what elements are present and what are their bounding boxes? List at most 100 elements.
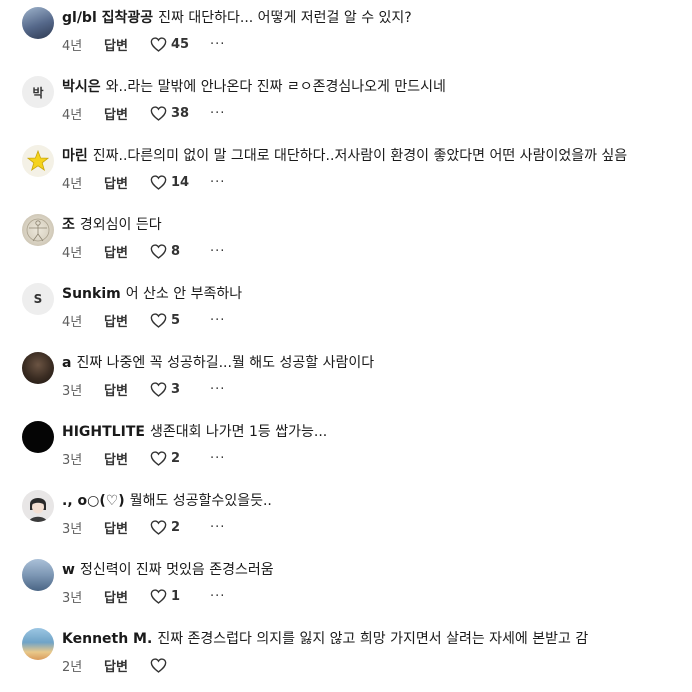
avatar-initial: 박: [32, 85, 44, 100]
avatar[interactable]: 박: [22, 76, 54, 108]
comment-time: 4년: [62, 107, 83, 123]
comment-item: w 정신력이 진짜 멋있음 존경스러움 3년 답변 1 ···: [0, 554, 692, 623]
more-options-button[interactable]: ···: [210, 37, 225, 52]
avatar[interactable]: [22, 7, 54, 39]
comment-item: a 진짜 나중엔 꼭 성공하길...뭘 해도 성공할 사람이다 3년 답변 3 ·…: [0, 347, 692, 416]
reply-button[interactable]: 답변: [104, 311, 150, 330]
comment-item: HIGHTLITE 생존대회 나가면 1등 쌉가능... 3년 답변 2 ···: [0, 416, 692, 485]
star-icon: [26, 149, 50, 171]
more-options-button[interactable]: ···: [210, 175, 225, 190]
avatar[interactable]: [22, 214, 54, 246]
more-options-button[interactable]: ···: [210, 451, 225, 466]
comment-text: 경외심이 든다: [79, 217, 162, 233]
reply-button[interactable]: 답변: [104, 242, 150, 261]
like-count: 8: [171, 243, 181, 259]
comment-time: 2년: [62, 659, 83, 675]
comment-item: Kenneth M. 진짜 존경스럽다 의지를 잃지 않고 희망 가지면서 살려는…: [0, 623, 692, 692]
comment-time: 4년: [62, 314, 83, 330]
comment-author[interactable]: gl/bl 집착광공: [62, 10, 153, 26]
comment-time: 4년: [62, 38, 83, 54]
like-button[interactable]: 2: [150, 520, 210, 535]
figure-drawing-icon: [26, 218, 50, 242]
reply-button[interactable]: 답변: [104, 587, 150, 606]
comment-time: 3년: [62, 590, 83, 606]
reply-button[interactable]: 답변: [104, 35, 150, 54]
heart-icon: [150, 657, 167, 673]
like-button[interactable]: 8: [150, 244, 210, 259]
more-options-button[interactable]: ···: [210, 382, 225, 397]
more-options-button[interactable]: ···: [210, 106, 225, 121]
avatar[interactable]: [22, 145, 54, 177]
like-count: 38: [171, 105, 190, 121]
reply-button[interactable]: 답변: [104, 380, 150, 399]
heart-icon: [150, 450, 167, 466]
comment-text: 진짜 존경스럽다 의지를 잃지 않고 희망 가지면서 살려는 자세에 본받고 감: [157, 631, 589, 647]
comment-meta: 4년 답변 5 ···: [62, 310, 225, 330]
comment-author[interactable]: 마린: [62, 148, 88, 164]
like-count: 14: [171, 174, 190, 190]
comment-item: 마린 진짜..다른의미 없이 말 그대로 대단하다..저사람이 환경이 좋았다면 …: [0, 140, 692, 209]
comment-body: ., o○(♡) 뭘해도 성공할수있을듯..: [62, 491, 692, 511]
heart-icon: [150, 588, 167, 604]
reply-button[interactable]: 답변: [104, 104, 150, 123]
heart-icon: [150, 381, 167, 397]
avatar[interactable]: [22, 421, 54, 453]
like-button[interactable]: [150, 657, 210, 673]
like-button[interactable]: 38: [150, 106, 210, 121]
comment-author[interactable]: Sunkim: [62, 286, 121, 302]
comment-time: 3년: [62, 452, 83, 468]
comment-meta: 4년 답변 14 ···: [62, 172, 225, 192]
comment-text: 진짜..다른의미 없이 말 그대로 대단하다..저사람이 환경이 좋았다면 어떤…: [92, 148, 628, 164]
comment-author[interactable]: 박시은: [62, 79, 101, 95]
reply-button[interactable]: 답변: [104, 656, 150, 675]
avatar[interactable]: [22, 559, 54, 591]
comment-body: a 진짜 나중엔 꼭 성공하길...뭘 해도 성공할 사람이다: [62, 353, 692, 373]
avatar[interactable]: [22, 628, 54, 660]
comment-body: Kenneth M. 진짜 존경스럽다 의지를 잃지 않고 희망 가지면서 살려는…: [62, 629, 692, 649]
like-count: 45: [171, 36, 190, 52]
comment-body: gl/bl 집착광공 진짜 대단하다... 어떻게 저런걸 알 수 있지?: [62, 8, 692, 28]
more-options-button[interactable]: ···: [210, 589, 225, 604]
comment-item: gl/bl 집착광공 진짜 대단하다... 어떻게 저런걸 알 수 있지? 4년 …: [0, 2, 692, 71]
comment-meta: 2년 답변: [62, 655, 210, 675]
avatar[interactable]: S: [22, 283, 54, 315]
comment-meta: 4년 답변 45 ···: [62, 34, 225, 54]
reply-button[interactable]: 답변: [104, 449, 150, 468]
like-button[interactable]: 45: [150, 37, 210, 52]
like-button[interactable]: 2: [150, 451, 210, 466]
more-options-button[interactable]: ···: [210, 520, 225, 535]
comment-item: 박 박시은 와..라는 말밖에 안나온다 진짜 ㄹㅇ존경심나오게 만드시네 4년 …: [0, 71, 692, 140]
comment-text: 진짜 대단하다... 어떻게 저런걸 알 수 있지?: [158, 10, 412, 26]
comment-meta: 3년 답변 3 ···: [62, 379, 225, 399]
reply-button[interactable]: 답변: [104, 518, 150, 537]
heart-icon: [150, 312, 167, 328]
more-options-button[interactable]: ···: [210, 244, 225, 259]
heart-icon: [150, 105, 167, 121]
comment-author[interactable]: 조: [62, 217, 75, 233]
like-count: 1: [171, 588, 181, 604]
comment-time: 4년: [62, 245, 83, 261]
more-options-button[interactable]: ···: [210, 313, 225, 328]
comment-meta: 3년 답변 2 ···: [62, 448, 225, 468]
comment-text: 뭘해도 성공할수있을듯..: [129, 493, 272, 509]
comment-text: 어 산소 안 부족하나: [125, 286, 243, 302]
like-button[interactable]: 1: [150, 589, 210, 604]
comment-body: Sunkim 어 산소 안 부족하나: [62, 284, 692, 304]
comment-author[interactable]: ., o○(♡): [62, 493, 125, 509]
comment-text: 진짜 나중엔 꼭 성공하길...뭘 해도 성공할 사람이다: [76, 355, 375, 371]
comment-body: w 정신력이 진짜 멋있음 존경스러움: [62, 560, 692, 580]
comment-meta: 3년 답변 2 ···: [62, 517, 225, 537]
comment-author[interactable]: w: [62, 562, 75, 578]
comment-body: HIGHTLITE 생존대회 나가면 1등 쌉가능...: [62, 422, 692, 442]
like-count: 5: [171, 312, 181, 328]
like-button[interactable]: 3: [150, 382, 210, 397]
comment-author[interactable]: Kenneth M.: [62, 631, 152, 647]
comment-author[interactable]: a: [62, 355, 71, 371]
avatar[interactable]: [22, 490, 54, 522]
comment-meta: 4년 답변 8 ···: [62, 241, 225, 261]
reply-button[interactable]: 답변: [104, 173, 150, 192]
like-button[interactable]: 14: [150, 175, 210, 190]
comment-author[interactable]: HIGHTLITE: [62, 424, 145, 440]
avatar[interactable]: [22, 352, 54, 384]
like-button[interactable]: 5: [150, 313, 210, 328]
